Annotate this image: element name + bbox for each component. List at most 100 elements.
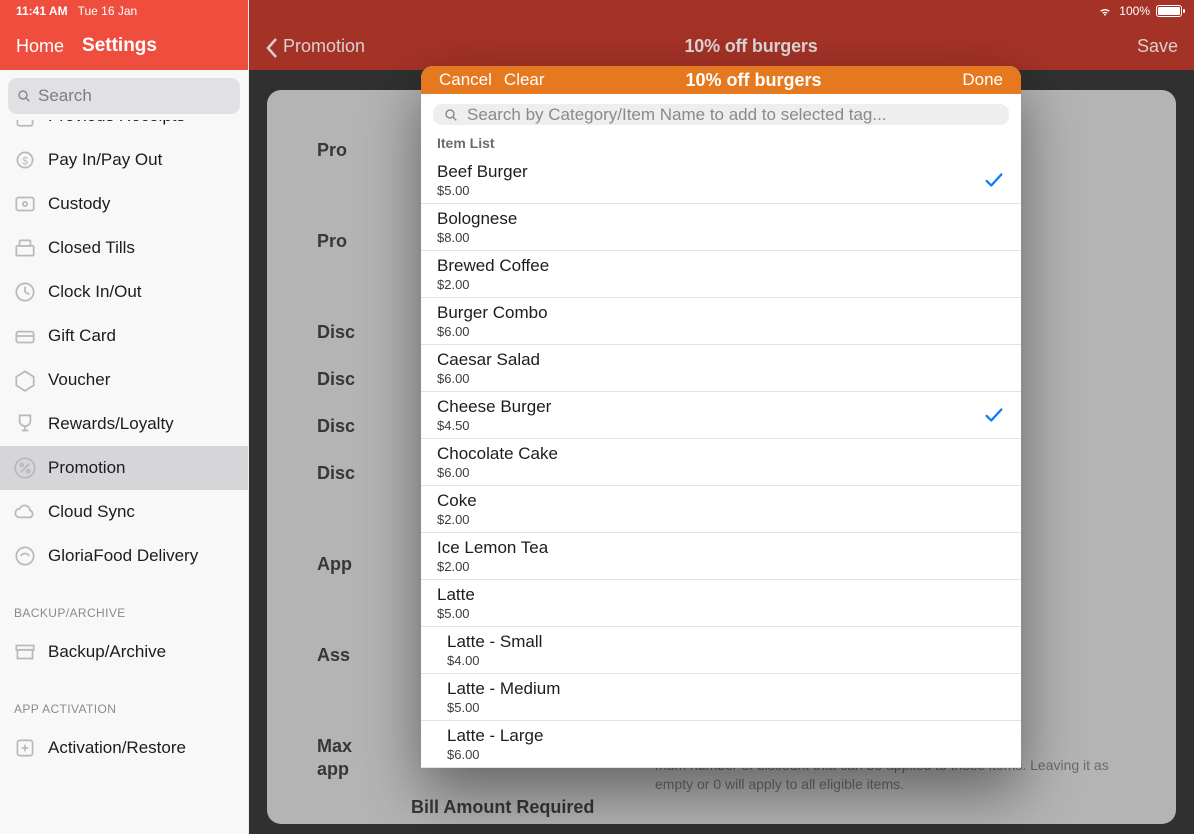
main-header: Promotion 10% off burgers Save: [249, 22, 1194, 70]
sidebar-section-activation: APP ACTIVATION: [0, 674, 248, 726]
item-row[interactable]: Latte - Large$6.00: [421, 721, 1021, 768]
home-button[interactable]: Home: [16, 36, 64, 57]
item-price: $6.00: [437, 324, 1005, 339]
voucher-icon: [12, 367, 38, 393]
item-name: Beef Burger: [437, 162, 983, 182]
search-icon: [443, 107, 459, 123]
sidebar-item-promotion[interactable]: Promotion: [0, 446, 248, 490]
sidebar-item-label: Custody: [48, 194, 110, 214]
item-price: $6.00: [447, 747, 1005, 762]
item-price: $6.00: [437, 371, 1005, 386]
item-price: $2.00: [437, 559, 1005, 574]
page-title: 10% off burgers: [365, 36, 1137, 57]
item-row[interactable]: Ice Lemon Tea$2.00: [421, 533, 1021, 580]
sidebar-item-custody[interactable]: Custody: [0, 182, 248, 226]
item-name: Latte - Large: [447, 726, 1005, 746]
item-name: Latte - Medium: [447, 679, 1005, 699]
item-picker-modal: Cancel Clear 10% off burgers Done Search…: [421, 66, 1021, 768]
sidebar-item-label: GloriaFood Delivery: [48, 546, 198, 566]
sidebar-item-gift-card[interactable]: Gift Card: [0, 314, 248, 358]
item-price: $5.00: [447, 700, 1005, 715]
save-button[interactable]: Save: [1137, 36, 1178, 57]
item-row[interactable]: Burger Combo$6.00: [421, 298, 1021, 345]
sidebar-list-clip: Previous Receipts $ Pay In/Pay Out Custo…: [0, 120, 248, 834]
dimmed-bill-label: Bill Amount Required: [411, 797, 594, 818]
item-list[interactable]: Beef Burger$5.00Bolognese$8.00Brewed Cof…: [421, 157, 1021, 768]
sidebar-item-closed-tills[interactable]: Closed Tills: [0, 226, 248, 270]
status-bar-left: 11:41 AM Tue 16 Jan: [0, 0, 248, 22]
sidebar-item-activation[interactable]: Activation/Restore: [0, 726, 248, 770]
receipt-icon: [12, 120, 38, 129]
battery-icon: [1156, 5, 1182, 17]
status-date: Tue 16 Jan: [78, 4, 138, 18]
item-row[interactable]: Latte - Medium$5.00: [421, 674, 1021, 721]
item-price: $6.00: [437, 465, 1005, 480]
item-price: $2.00: [437, 277, 1005, 292]
sidebar-item-label: Previous Receipts: [48, 120, 185, 126]
done-button[interactable]: Done: [962, 70, 1003, 90]
cancel-button[interactable]: Cancel: [439, 70, 492, 90]
item-row[interactable]: Latte - Small$4.00: [421, 627, 1021, 674]
trophy-icon: [12, 411, 38, 437]
sidebar-item-voucher[interactable]: Voucher: [0, 358, 248, 402]
search-icon: [16, 88, 32, 104]
item-row[interactable]: Beef Burger$5.00: [421, 157, 1021, 204]
item-price: $5.00: [437, 183, 983, 198]
archive-icon: [12, 639, 38, 665]
clear-button[interactable]: Clear: [504, 70, 545, 90]
item-row[interactable]: Bolognese$8.00: [421, 204, 1021, 251]
sidebar-item-label: Activation/Restore: [48, 738, 186, 758]
wifi-icon: [1097, 3, 1113, 19]
sidebar-item-label: Clock In/Out: [48, 282, 142, 302]
item-name: Chocolate Cake: [437, 444, 1005, 464]
item-name: Coke: [437, 491, 1005, 511]
sidebar-item-backup[interactable]: Backup/Archive: [0, 630, 248, 674]
item-row[interactable]: Caesar Salad$6.00: [421, 345, 1021, 392]
modal-title: 10% off burgers: [545, 70, 963, 91]
check-icon: [983, 404, 1005, 426]
item-row[interactable]: Chocolate Cake$6.00: [421, 439, 1021, 486]
activation-icon: [12, 735, 38, 761]
item-price: $4.50: [437, 418, 983, 433]
sidebar-search[interactable]: Search: [8, 78, 240, 114]
sidebar-item-cloud-sync[interactable]: Cloud Sync: [0, 490, 248, 534]
item-name: Burger Combo: [437, 303, 1005, 323]
item-row[interactable]: Latte$5.00: [421, 580, 1021, 627]
sidebar-item-label: Promotion: [48, 458, 125, 478]
sidebar-item-label: Closed Tills: [48, 238, 135, 258]
chevron-left-icon: [265, 36, 279, 56]
sidebar-item-label: Pay In/Pay Out: [48, 150, 162, 170]
svg-text:$: $: [22, 155, 28, 167]
item-name: Latte: [437, 585, 1005, 605]
item-row[interactable]: Coke$2.00: [421, 486, 1021, 533]
sidebar-item-rewards[interactable]: Rewards/Loyalty: [0, 402, 248, 446]
item-row[interactable]: Cheese Burger$4.50: [421, 392, 1021, 439]
item-row[interactable]: Brewed Coffee$2.00: [421, 251, 1021, 298]
modal-search[interactable]: Search by Category/Item Name to add to s…: [433, 104, 1009, 125]
list-section-header: Item List: [421, 131, 1021, 157]
sidebar-item-label: Cloud Sync: [48, 502, 135, 522]
check-icon: [983, 169, 1005, 191]
sidebar-item-label: Backup/Archive: [48, 642, 166, 662]
sidebar-item-label: Gift Card: [48, 326, 116, 346]
modal-search-placeholder: Search by Category/Item Name to add to s…: [467, 105, 887, 125]
item-price: $2.00: [437, 512, 1005, 527]
sidebar-section-backup: BACKUP/ARCHIVE: [0, 578, 248, 630]
sidebar-search-placeholder: Search: [38, 86, 92, 106]
item-name: Caesar Salad: [437, 350, 1005, 370]
settings-title: Settings: [82, 35, 157, 57]
sidebar-item-previous-receipts[interactable]: Previous Receipts: [0, 120, 248, 138]
item-price: $8.00: [437, 230, 1005, 245]
item-name: Bolognese: [437, 209, 1005, 229]
delivery-icon: [12, 543, 38, 569]
sidebar-list[interactable]: Previous Receipts $ Pay In/Pay Out Custo…: [0, 120, 248, 770]
item-name: Latte - Small: [447, 632, 1005, 652]
status-time: 11:41 AM: [16, 4, 68, 18]
item-name: Cheese Burger: [437, 397, 983, 417]
sidebar-item-pay-in-out[interactable]: $ Pay In/Pay Out: [0, 138, 248, 182]
sidebar-header: Home Settings: [0, 22, 248, 70]
back-button[interactable]: Promotion: [265, 36, 365, 57]
sidebar-item-gloriafood[interactable]: GloriaFood Delivery: [0, 534, 248, 578]
sidebar: 11:41 AM Tue 16 Jan Home Settings Search…: [0, 0, 249, 834]
sidebar-item-clock[interactable]: Clock In/Out: [0, 270, 248, 314]
